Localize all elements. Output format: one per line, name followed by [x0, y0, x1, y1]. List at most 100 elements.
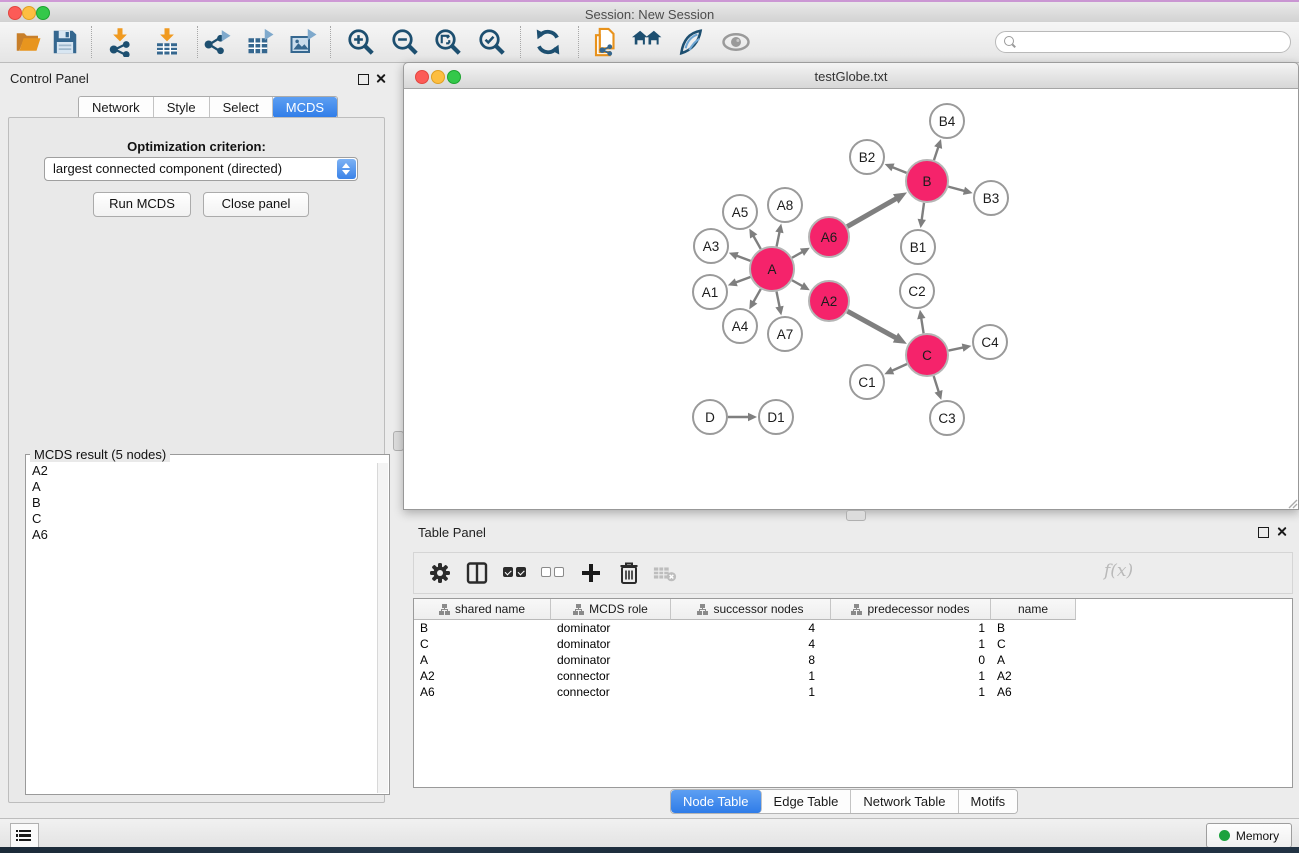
run-mcds-button[interactable]: Run MCDS: [93, 192, 191, 217]
export-network-icon[interactable]: [203, 27, 233, 57]
graph-edge-A-A4[interactable]: [753, 289, 761, 303]
arrowhead-icon: [728, 278, 738, 286]
import-network-icon[interactable]: [105, 27, 135, 57]
table-row[interactable]: A2connector11A2: [414, 668, 1292, 684]
graph-edge-A-A3[interactable]: [736, 255, 751, 261]
mcds-result-item: A: [32, 479, 377, 495]
graph-edge-A2-C[interactable]: [847, 311, 896, 338]
save-session-icon[interactable]: [50, 27, 80, 57]
home-layout-icon[interactable]: [632, 27, 662, 57]
settings-gear-icon[interactable]: [428, 561, 452, 585]
tab-network[interactable]: Network: [79, 97, 154, 118]
delete-table-icon[interactable]: [653, 561, 677, 585]
table-row[interactable]: Cdominator41C: [414, 636, 1292, 652]
graph-edge-C-C3[interactable]: [934, 376, 939, 393]
network-window-titlebar[interactable]: testGlobe.txt: [403, 62, 1299, 89]
mcds-result-item: C: [32, 511, 377, 527]
tab-motifs[interactable]: Motifs: [959, 790, 1018, 813]
graph-edge-B-B4[interactable]: [934, 146, 939, 160]
show-hide-icon[interactable]: [721, 27, 751, 57]
graph-node-label: B2: [859, 150, 876, 165]
graph-node-label: A5: [732, 205, 749, 220]
memory-button[interactable]: Memory: [1206, 823, 1292, 848]
cell-name: B: [991, 620, 1076, 636]
control-panel-float-icon[interactable]: [358, 74, 369, 85]
tab-style[interactable]: Style: [154, 97, 210, 118]
mcds-result-list[interactable]: A2ABCA6: [28, 463, 377, 792]
mcds-panel: Optimization criterion: largest connecte…: [8, 117, 385, 803]
column-header-shared-name[interactable]: shared name: [414, 599, 551, 620]
resize-grip-icon[interactable]: [1286, 497, 1298, 509]
graph-edge-A-A1[interactable]: [735, 277, 751, 283]
table-divider-grip[interactable]: [846, 510, 866, 521]
tab-node-table[interactable]: Node Table: [671, 790, 762, 813]
graph-edge-B-B1[interactable]: [922, 203, 924, 221]
table-panel-close-icon[interactable]: [1276, 526, 1287, 537]
zoom-in-icon[interactable]: [346, 27, 376, 57]
table-row[interactable]: Adominator80A: [414, 652, 1292, 668]
control-panel-close-icon[interactable]: [375, 73, 386, 84]
column-header-label: name: [1018, 602, 1048, 616]
toolbar-separator: [197, 26, 198, 58]
column-header-predecessor-nodes[interactable]: predecessor nodes: [831, 599, 991, 620]
session-titlebar[interactable]: Session: New Session: [0, 2, 1299, 23]
table-panel-float-icon[interactable]: [1258, 527, 1269, 538]
graph-edge-A-A2[interactable]: [792, 280, 803, 286]
tab-mcds[interactable]: MCDS: [273, 97, 337, 118]
graph-edge-C-C4[interactable]: [949, 347, 965, 350]
delete-column-icon[interactable]: [617, 561, 641, 585]
graph-node-label: C: [922, 348, 932, 363]
zoom-out-icon[interactable]: [390, 27, 420, 57]
column-header-successor-nodes[interactable]: successor nodes: [671, 599, 831, 620]
export-image-icon[interactable]: [289, 27, 319, 57]
network-graph[interactable]: B4B2BB3A8A5A6A3B1AA1C2A2A4A7C4CC1C3DD1: [404, 89, 1298, 508]
graph-edge-B-B3[interactable]: [948, 187, 965, 192]
table-row[interactable]: A6connector11A6: [414, 684, 1292, 700]
export-table-icon[interactable]: [246, 27, 276, 57]
graph-node-label: B3: [983, 191, 1000, 206]
zoom-fit-icon[interactable]: [433, 27, 463, 57]
column-header-name[interactable]: name: [991, 599, 1076, 620]
split-columns-icon[interactable]: [465, 561, 489, 585]
cell-mcds_role: dominator: [551, 620, 671, 636]
import-table-icon[interactable]: [152, 27, 182, 57]
cell-successor_nodes: 4: [671, 620, 831, 636]
zoom-selected-icon[interactable]: [477, 27, 507, 57]
copy-network-icon[interactable]: [591, 27, 621, 57]
deselect-all-icon[interactable]: [541, 567, 564, 577]
graph-edge-B-B2[interactable]: [892, 167, 907, 173]
toolbar-separator: [578, 26, 579, 58]
session-title: Session: New Session: [0, 7, 1299, 22]
tab-edge-table[interactable]: Edge Table: [762, 790, 852, 813]
graph-edge-A6-B[interactable]: [847, 198, 897, 226]
tab-network-table[interactable]: Network Table: [851, 790, 958, 813]
select-all-icon[interactable]: [503, 567, 526, 577]
graph-node-label: A4: [732, 319, 749, 334]
open-file-icon[interactable]: [13, 27, 43, 57]
graph-node-label: D: [705, 410, 715, 425]
task-history-button[interactable]: [10, 823, 39, 848]
arrowhead-icon: [917, 310, 925, 320]
search-input[interactable]: [995, 31, 1291, 53]
table-row[interactable]: Bdominator41B: [414, 620, 1292, 636]
graph-edge-A-A7[interactable]: [777, 292, 780, 308]
close-panel-button[interactable]: Close panel: [203, 192, 309, 217]
column-header-MCDS-role[interactable]: MCDS role: [551, 599, 671, 620]
graph-edge-A-A5[interactable]: [753, 235, 761, 249]
tab-select[interactable]: Select: [210, 97, 273, 118]
criterion-dropdown[interactable]: largest connected component (directed): [44, 157, 358, 181]
graph-edge-C-C1[interactable]: [891, 364, 907, 371]
graph-node-label: B4: [939, 114, 956, 129]
mcds-result-scrollbar[interactable]: [377, 463, 388, 793]
cell-successor_nodes: 1: [671, 684, 831, 700]
function-builder-icon[interactable]: f(x): [1104, 561, 1133, 581]
arrowhead-icon: [934, 139, 942, 149]
graph-edge-A-A8[interactable]: [777, 231, 780, 246]
graph-edge-C-C2[interactable]: [921, 317, 924, 333]
network-canvas[interactable]: B4B2BB3A8A5A6A3B1AA1C2A2A4A7C4CC1C3DD1: [403, 89, 1299, 510]
refresh-icon[interactable]: [533, 27, 563, 57]
graph-edge-A-A6[interactable]: [792, 251, 803, 257]
dropdown-stepper-icon[interactable]: [337, 159, 356, 179]
graphics-details-icon[interactable]: [675, 27, 705, 57]
add-column-icon[interactable]: [579, 561, 603, 585]
